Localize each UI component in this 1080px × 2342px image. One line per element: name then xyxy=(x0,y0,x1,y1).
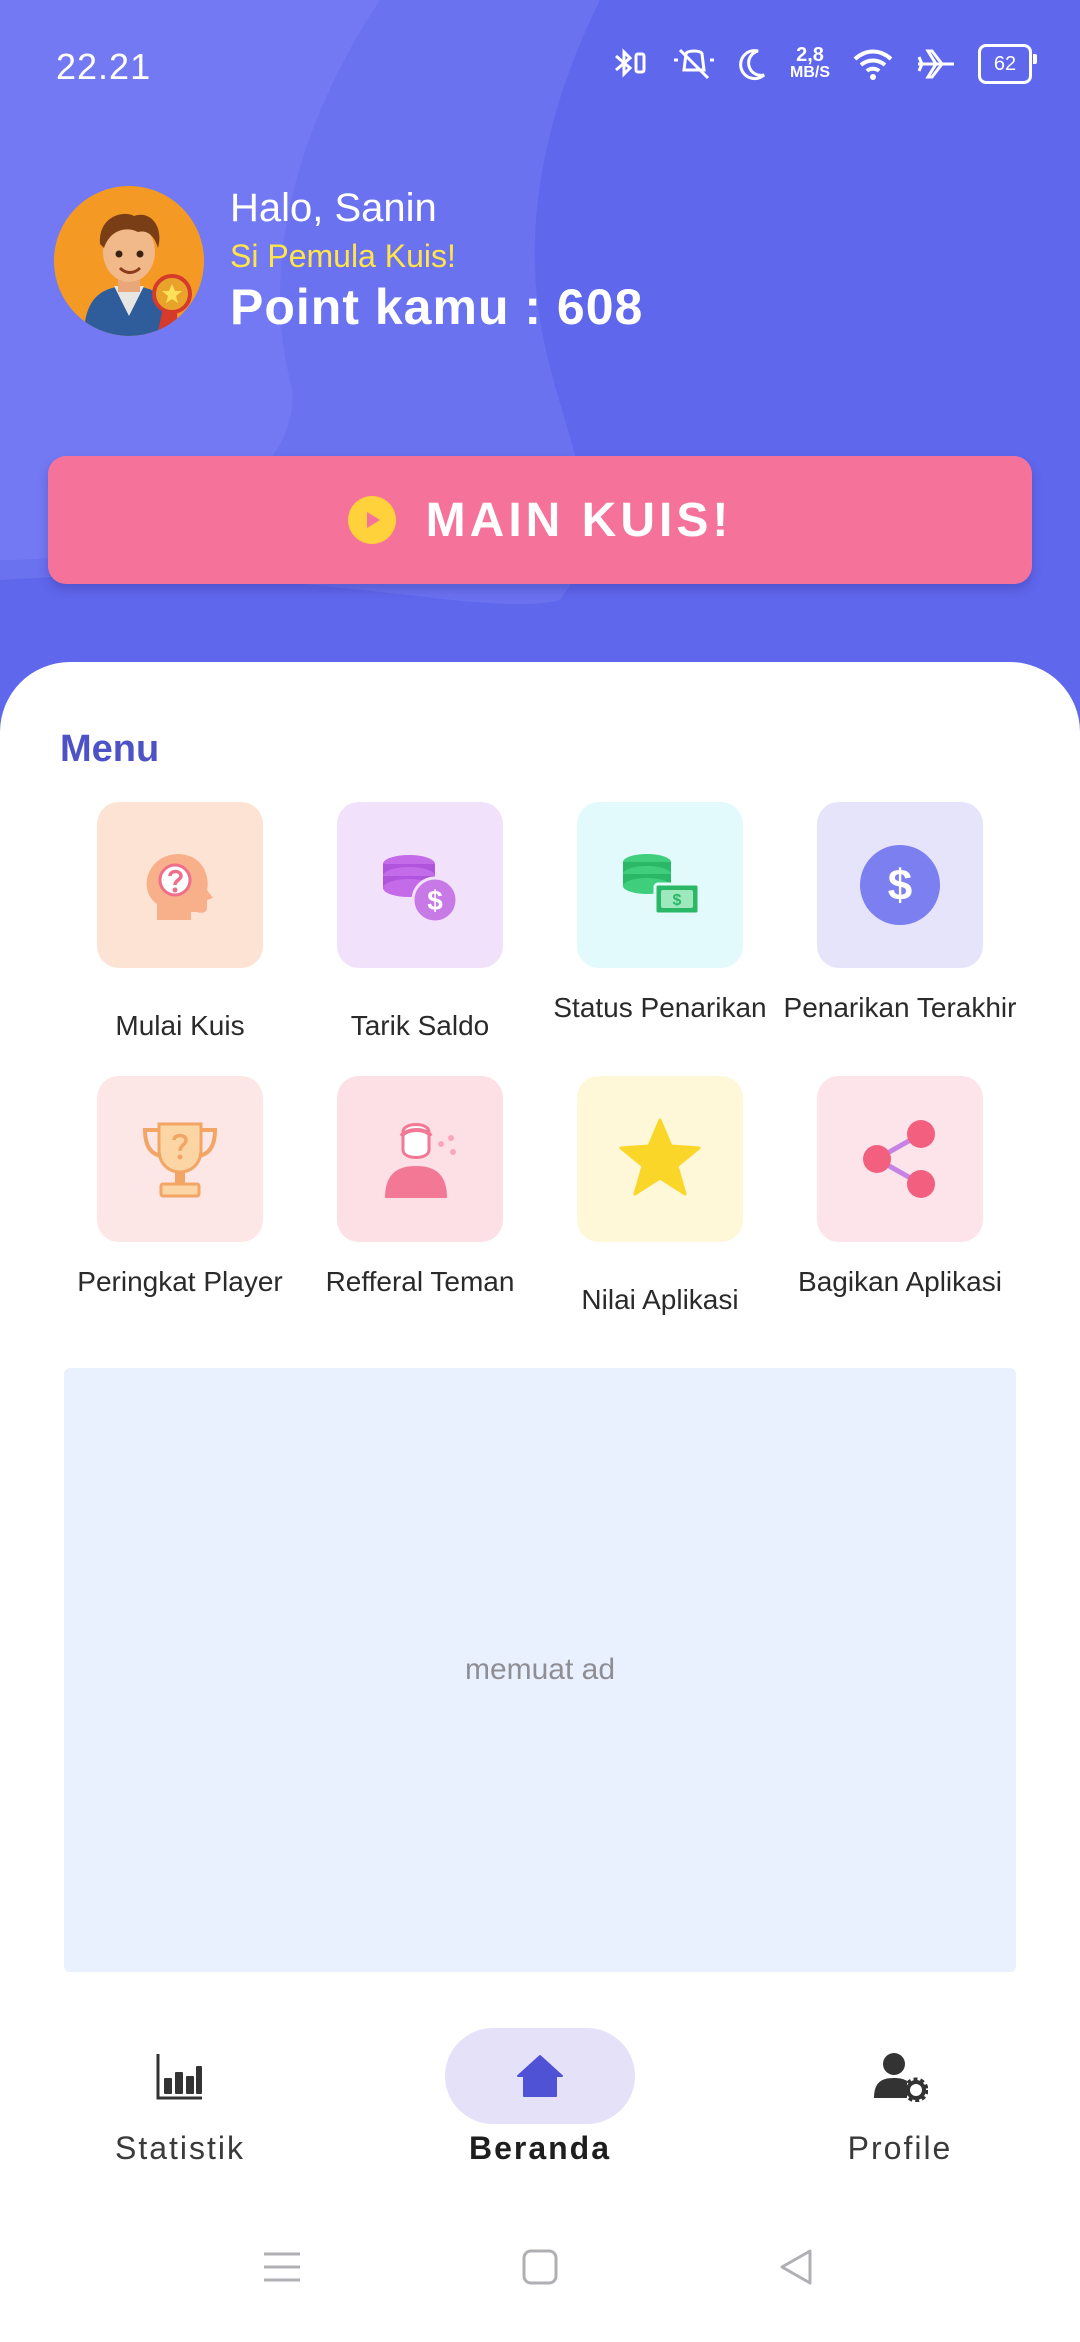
person-referral-icon xyxy=(385,1123,456,1198)
status-bar: 22.21 2,8 MB/S 62 xyxy=(0,0,1080,130)
nav-label: Statistik xyxy=(114,2130,246,2166)
menu-item-label: Penarikan Terakhir xyxy=(783,992,1017,1023)
main-quiz-button[interactable]: MAIN KUIS! xyxy=(48,456,1032,584)
nav-icon-container xyxy=(445,2028,635,2124)
play-icon xyxy=(347,496,396,544)
menu-tile xyxy=(817,1076,983,1242)
points-text: Point kamu : 608 xyxy=(230,279,644,335)
net-speed: 2,8 MB/S xyxy=(790,44,830,84)
nav-label: Beranda xyxy=(468,2130,612,2166)
menu-item-label: Refferal Teman xyxy=(325,1266,515,1297)
avatar-illustration xyxy=(54,186,204,336)
back-button[interactable] xyxy=(766,2242,826,2292)
trophy-icon xyxy=(142,1122,218,1198)
main-quiz-label: MAIN KUIS! xyxy=(425,493,733,547)
menu-item-label: Bagikan Aplikasi xyxy=(798,1266,1002,1297)
star-icon xyxy=(619,1118,701,1196)
svg-text:$: $ xyxy=(673,892,682,909)
nav-item-statistik[interactable]: Statistik xyxy=(30,1998,330,2198)
nav-label: Profile xyxy=(847,2130,953,2166)
status-time: 22.21 xyxy=(56,46,152,87)
menu-tile xyxy=(337,1076,503,1242)
square-icon xyxy=(522,2249,558,2285)
battery-icon: 62 xyxy=(978,44,1037,84)
dollar-circle-icon: $ xyxy=(860,845,940,925)
menu-tile: $ xyxy=(577,802,743,968)
user-settings-icon xyxy=(874,2053,928,2102)
svg-text:$: $ xyxy=(888,861,912,910)
head-question-icon xyxy=(146,854,213,920)
menu-item-refferal-teman[interactable]: Refferal Teman xyxy=(300,1076,540,1300)
avatar[interactable] xyxy=(54,186,204,336)
menu-item-status-penarikan[interactable]: $ Status Penarikan xyxy=(540,802,780,1026)
net-speed-value: 2,8 xyxy=(796,44,824,66)
menu-lines-icon xyxy=(264,2252,300,2282)
home-icon xyxy=(517,2055,563,2097)
menu-item-label: Tarik Saldo xyxy=(350,1010,490,1041)
nav-item-beranda[interactable]: Beranda xyxy=(390,1998,690,2198)
coins-dollar-icon: $ xyxy=(383,855,459,924)
vibrate-mute-icon xyxy=(672,44,716,84)
rank-title: Si Pemula Kuis! xyxy=(230,238,456,274)
moon-icon xyxy=(738,44,768,84)
menu-item-tarik-saldo[interactable]: $ Tarik Saldo xyxy=(300,802,540,1044)
menu-item-peringkat-player[interactable]: Peringkat Player xyxy=(60,1076,300,1300)
nav-icon-container xyxy=(85,2028,275,2124)
ad-placeholder[interactable]: memuat ad xyxy=(64,1368,1016,1972)
profile-header: Halo, Sanin Si Pemula Kuis! Point kamu :… xyxy=(54,186,954,346)
menu-card: Menu Mulai Kuis $ Tarik Saldo $ Status P… xyxy=(0,662,1080,2062)
menu-item-bagikan-aplikasi[interactable]: Bagikan Aplikasi xyxy=(780,1076,1020,1300)
menu-tile xyxy=(577,1076,743,1242)
nav-icon-container xyxy=(805,2028,995,2124)
menu-title: Menu xyxy=(60,728,160,770)
back-triangle-icon xyxy=(780,2249,812,2285)
menu-item-nilai-aplikasi[interactable]: Nilai Aplikasi xyxy=(540,1076,780,1318)
nav-item-profile[interactable]: Profile xyxy=(750,1998,1050,2198)
airplane-icon xyxy=(916,44,956,84)
app-screen: 22.21 2,8 MB/S 62 Halo, Sanin Si Pemula … xyxy=(0,0,1080,2342)
bar-chart-icon xyxy=(156,2054,202,2100)
bottom-navigation: Statistik Beranda Profile xyxy=(0,1998,1080,2198)
system-navigation-bar xyxy=(0,2198,1080,2342)
menu-tile: $ xyxy=(337,802,503,968)
bluetooth-icon xyxy=(610,44,650,84)
share-icon xyxy=(863,1120,935,1198)
menu-tile xyxy=(97,802,263,968)
coins-cash-icon: $ xyxy=(623,854,701,916)
menu-tile xyxy=(97,1076,263,1242)
menu-item-label: Nilai Aplikasi xyxy=(581,1284,739,1315)
menu-tile: $ xyxy=(817,802,983,968)
menu-item-label: Status Penarikan xyxy=(553,992,767,1023)
menu-item-label: Peringkat Player xyxy=(77,1266,283,1297)
menu-item-penarikan-terakhir[interactable]: $ Penarikan Terakhir xyxy=(780,802,1020,1026)
svg-text:$: $ xyxy=(427,885,443,916)
ad-loading-text: memuat ad xyxy=(464,1653,616,1686)
net-speed-unit: MB/S xyxy=(790,64,830,81)
wifi-icon xyxy=(852,44,894,84)
greeting-text: Halo, Sanin xyxy=(230,186,437,230)
recents-button[interactable] xyxy=(252,2242,312,2292)
status-icons: 2,8 MB/S 62 xyxy=(610,42,1037,86)
menu-item-mulai-kuis[interactable]: Mulai Kuis xyxy=(60,802,300,1044)
home-button[interactable] xyxy=(510,2242,570,2292)
menu-item-label: Mulai Kuis xyxy=(115,1010,245,1041)
